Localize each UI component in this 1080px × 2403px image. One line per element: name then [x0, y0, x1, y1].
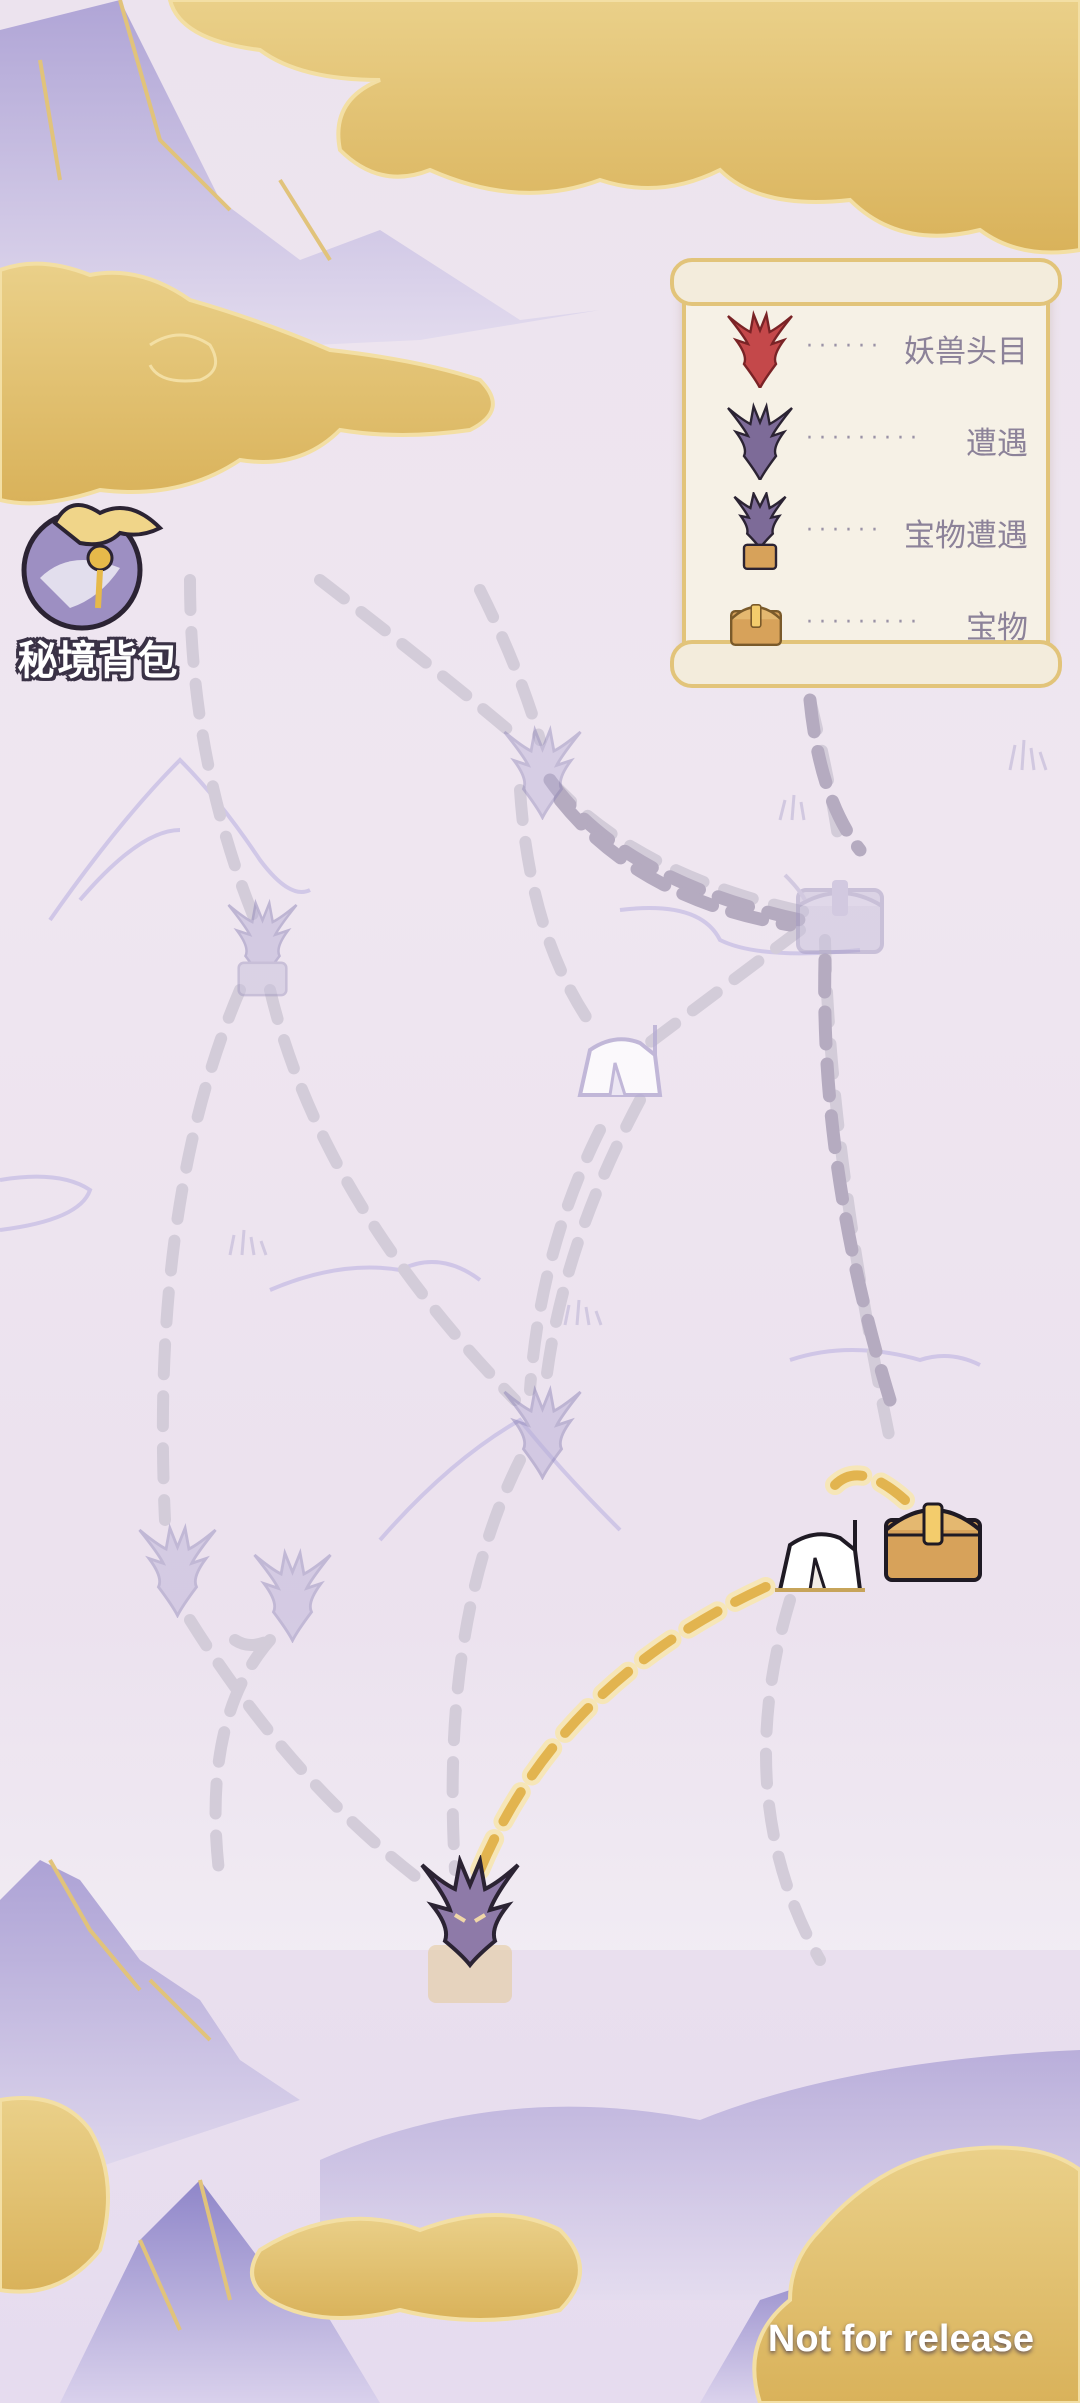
- red-beast-head-icon: [727, 310, 793, 388]
- beast-with-chest-icon: [733, 492, 787, 570]
- legend-row-encounter: ········· 遭遇: [720, 400, 1028, 480]
- legend-label-encounter: 遭遇: [966, 426, 1028, 462]
- beast-with-chest-locked-icon[interactable]: [220, 895, 305, 1000]
- legend-scroll-top: [670, 258, 1062, 306]
- legend-label-treasure-encounter: 宝物遭遇: [904, 518, 1028, 554]
- beast-head-icon[interactable]: [495, 720, 590, 820]
- legend-dots: ·········: [806, 426, 923, 451]
- treasure-chest-icon[interactable]: [878, 1490, 988, 1585]
- purple-beast-head-icon: [727, 402, 793, 480]
- beast-head-icon[interactable]: [130, 1518, 225, 1618]
- legend-dots: ······: [806, 334, 884, 359]
- inventory-bag-label: 秘境背包: [17, 638, 178, 684]
- treasure-bag-icon: [21, 503, 164, 631]
- legend-dots: ·········: [806, 610, 923, 635]
- treasure-chest-locked-icon[interactable]: [780, 860, 900, 960]
- legend-label-treasure: 宝物: [966, 610, 1028, 646]
- legend-panel: ······ 妖兽头目 ········· 遭遇 ······ 宝物遭遇 ···…: [668, 258, 1064, 688]
- beast-head-icon[interactable]: [495, 1380, 590, 1480]
- treasure-chest-icon: [730, 604, 782, 646]
- legend-row-boss: ······ 妖兽头目: [720, 308, 1028, 388]
- camp-tent-locked-icon[interactable]: [570, 1015, 670, 1105]
- legend-label-boss: 妖兽头目: [904, 334, 1028, 370]
- inventory-bag-button[interactable]: 秘境背包: [10, 488, 185, 688]
- beast-head-icon[interactable]: [245, 1543, 340, 1643]
- legend-row-treasure: ········· 宝物: [720, 584, 1028, 664]
- current-beast-with-chest-icon[interactable]: [410, 1855, 530, 2015]
- legend-row-treasure-encounter: ······ 宝物遭遇: [720, 492, 1028, 572]
- watermark-text: Not for release: [767, 2318, 1034, 2360]
- legend-dots: ······: [806, 518, 884, 543]
- camp-tent-icon[interactable]: [770, 1510, 870, 1600]
